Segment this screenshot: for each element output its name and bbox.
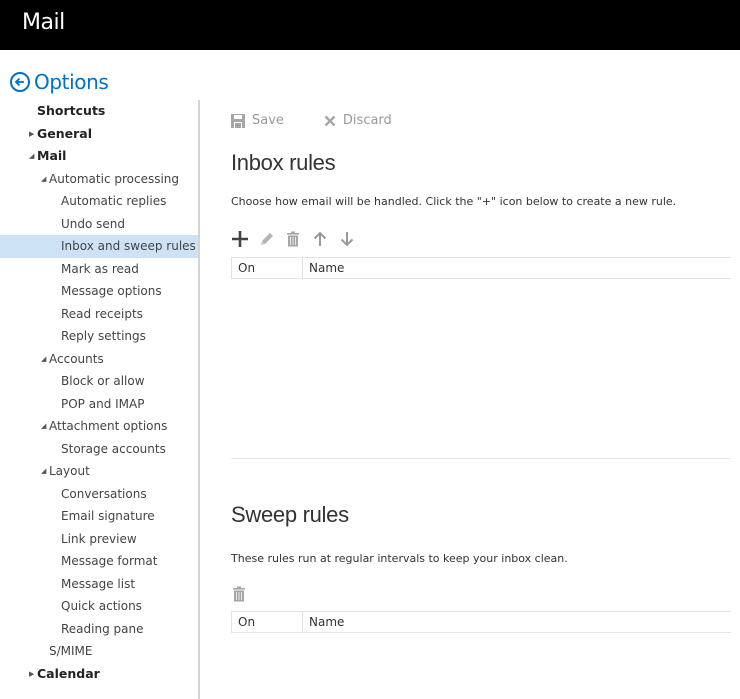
sidebar-item-link-preview[interactable]: Link preview bbox=[0, 528, 198, 551]
move-up-button[interactable] bbox=[312, 231, 339, 251]
options-nav: Shortcuts ▶ General ◢ Mail ◢ Automatic process… bbox=[0, 100, 198, 685]
sidebar-item-mail[interactable]: ◢ Mail bbox=[0, 145, 198, 168]
sidebar-item-email-signature[interactable]: Email signature bbox=[0, 505, 198, 528]
caret-expanded-icon[interactable]: ◢ bbox=[29, 145, 34, 168]
sidebar-item-label: Automatic processing bbox=[49, 171, 180, 186]
toolbar: Save Discard bbox=[231, 113, 432, 128]
sidebar-item-message-options[interactable]: Message options bbox=[0, 280, 198, 303]
sidebar-item-label: Message list bbox=[61, 576, 136, 591]
caret-collapsed-icon[interactable]: ▶ bbox=[29, 663, 34, 686]
save-label: Save bbox=[252, 113, 284, 128]
back-arrow-icon bbox=[10, 72, 30, 92]
inbox-rules-table: On Name bbox=[231, 257, 731, 279]
back-to-options-button[interactable]: Options bbox=[10, 70, 109, 94]
delete-sweep-rule-button[interactable] bbox=[231, 586, 258, 606]
edit-rule-button[interactable] bbox=[258, 231, 285, 251]
sidebar-item-automatic-processing[interactable]: ◢ Automatic processing bbox=[0, 168, 198, 191]
sidebar-item-label: Mark as read bbox=[61, 261, 139, 276]
options-title: Options bbox=[34, 70, 109, 94]
sidebar-item-label: POP and IMAP bbox=[61, 396, 145, 411]
app-title: Mail bbox=[22, 10, 65, 35]
edit-icon bbox=[258, 230, 276, 252]
move-down-icon bbox=[339, 231, 355, 251]
sidebar-item-label: Automatic replies bbox=[61, 194, 167, 208]
column-header-on[interactable]: On bbox=[232, 258, 303, 278]
move-down-button[interactable] bbox=[339, 231, 366, 251]
sidebar-item-label: Message format bbox=[61, 554, 158, 568]
sidebar-item-conversations[interactable]: Conversations bbox=[0, 483, 198, 506]
sidebar-item-label: Calendar bbox=[37, 665, 100, 681]
caret-collapsed-icon[interactable]: ▶ bbox=[29, 123, 34, 146]
column-header-name[interactable]: Name bbox=[303, 258, 344, 278]
discard-label: Discard bbox=[342, 113, 392, 128]
sidebar-item-pop-and-imap[interactable]: POP and IMAP bbox=[0, 393, 198, 416]
sidebar-item-attachment-options[interactable]: ◢ Attachment options bbox=[0, 415, 198, 438]
sweep-rules-description: These rules run at regular intervals to … bbox=[231, 552, 568, 565]
inbox-rules-actions bbox=[231, 231, 366, 251]
add-icon bbox=[231, 230, 249, 252]
sidebar-item-quick-actions[interactable]: Quick actions bbox=[0, 595, 198, 618]
sweep-rules-title: Sweep rules bbox=[231, 502, 349, 527]
move-up-icon bbox=[312, 231, 328, 251]
sidebar-item-label: Link preview bbox=[61, 531, 137, 546]
sidebar-item-read-receipts[interactable]: Read receipts bbox=[0, 303, 198, 326]
discard-button[interactable]: Discard bbox=[324, 113, 392, 128]
caret-expanded-icon[interactable]: ◢ bbox=[41, 460, 46, 483]
sidebar-item-mark-as-read[interactable]: Mark as read bbox=[0, 258, 198, 281]
sweep-rules-actions bbox=[231, 586, 258, 606]
sidebar-item-label: Email signature bbox=[61, 509, 155, 523]
sidebar-item-label: Attachment options bbox=[49, 419, 168, 433]
sidebar-item-label: Inbox and sweep rules bbox=[61, 239, 196, 253]
sidebar-item-label: Conversations bbox=[61, 486, 147, 501]
sidebar-item-automatic-replies[interactable]: Automatic replies bbox=[0, 190, 198, 213]
section-divider bbox=[231, 458, 731, 459]
close-icon bbox=[324, 115, 336, 127]
sidebar-item-label: S/MIME bbox=[49, 644, 93, 658]
inbox-rules-title: Inbox rules bbox=[231, 150, 336, 175]
sidebar-item-label: Accounts bbox=[49, 351, 104, 366]
sidebar-item-label: Read receipts bbox=[61, 306, 143, 321]
sidebar-item-calendar[interactable]: ▶ Calendar bbox=[0, 663, 198, 686]
sidebar-item-undo-send[interactable]: Undo send bbox=[0, 213, 198, 236]
sidebar-item-label: Undo send bbox=[61, 216, 126, 231]
sidebar-item-label: Shortcuts bbox=[37, 103, 106, 118]
sidebar-item-label: Quick actions bbox=[61, 599, 142, 613]
column-header-on[interactable]: On bbox=[232, 612, 303, 632]
sidebar-item-storage-accounts[interactable]: Storage accounts bbox=[0, 438, 198, 461]
sidebar-item-s-mime[interactable]: S/MIME bbox=[0, 640, 198, 663]
sidebar-item-inbox-and-sweep-rules[interactable]: Inbox and sweep rules bbox=[0, 235, 198, 258]
add-rule-button[interactable] bbox=[231, 231, 258, 251]
caret-expanded-icon[interactable]: ◢ bbox=[41, 168, 46, 191]
sidebar-item-message-list[interactable]: Message list bbox=[0, 573, 198, 596]
sidebar-item-label: Mail bbox=[37, 148, 67, 163]
sidebar-item-block-or-allow[interactable]: Block or allow bbox=[0, 370, 198, 393]
sidebar-item-accounts[interactable]: ◢ Accounts bbox=[0, 348, 198, 371]
sidebar-item-label: Block or allow bbox=[61, 374, 145, 388]
sidebar-item-message-format[interactable]: Message format bbox=[0, 550, 198, 573]
inbox-rules-description: Choose how email will be handled. Click … bbox=[231, 195, 677, 208]
sidebar-item-label: Storage accounts bbox=[61, 441, 166, 456]
sweep-rules-table: On Name bbox=[231, 611, 731, 633]
sidebar-item-label: Reply settings bbox=[61, 329, 146, 343]
save-icon bbox=[231, 113, 245, 128]
options-sidebar: Shortcuts ▶ General ◢ Mail ◢ Automatic process… bbox=[0, 100, 200, 699]
sidebar-item-shortcuts[interactable]: Shortcuts bbox=[0, 100, 198, 123]
sidebar-item-label: Layout bbox=[49, 464, 90, 478]
sidebar-item-label: Reading pane bbox=[61, 621, 144, 636]
sidebar-item-general[interactable]: ▶ General bbox=[0, 123, 198, 146]
sidebar-item-label: Message options bbox=[61, 284, 162, 298]
delete-icon bbox=[231, 586, 247, 606]
caret-expanded-icon[interactable]: ◢ bbox=[41, 348, 46, 371]
save-button[interactable]: Save bbox=[231, 113, 284, 128]
column-header-name[interactable]: Name bbox=[303, 612, 344, 632]
app-header-bar: Mail bbox=[0, 0, 740, 50]
delete-icon bbox=[285, 231, 301, 251]
caret-expanded-icon[interactable]: ◢ bbox=[41, 415, 46, 438]
delete-rule-button[interactable] bbox=[285, 231, 312, 251]
sidebar-item-layout[interactable]: ◢ Layout bbox=[0, 460, 198, 483]
sidebar-item-label: General bbox=[37, 125, 92, 141]
sidebar-item-reading-pane[interactable]: Reading pane bbox=[0, 618, 198, 641]
sidebar-item-reply-settings[interactable]: Reply settings bbox=[0, 325, 198, 348]
